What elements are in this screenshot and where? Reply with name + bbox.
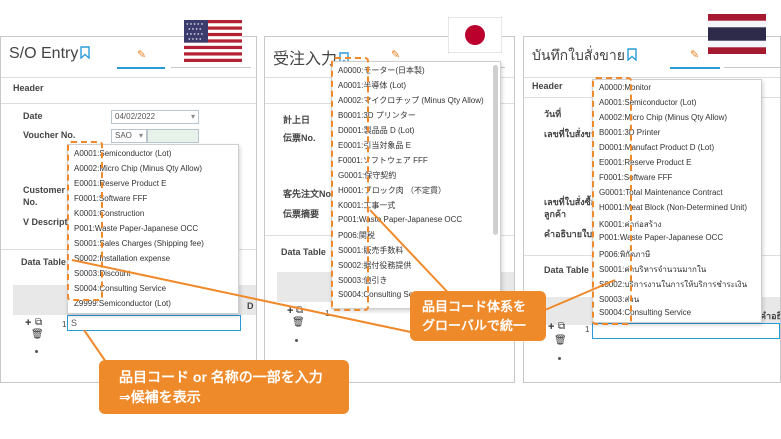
connector-line xyxy=(71,259,421,335)
callout-text: 品目コード or 名称の一部を入力 xyxy=(119,369,323,385)
callout-unify-item-codes: 品目コード体系を グローバルで統一 xyxy=(410,291,546,341)
connector-line xyxy=(544,279,616,311)
connector-line xyxy=(369,209,456,301)
callout-text: 品目コード体系を xyxy=(422,299,527,314)
connector-line xyxy=(83,329,107,363)
callout-input-hint: 品目コード or 名称の一部を入力 ⇒候補を表示 xyxy=(99,360,349,414)
callout-text: ⇒候補を表示 xyxy=(119,389,201,405)
callout-text: グローバルで統一 xyxy=(422,318,526,333)
